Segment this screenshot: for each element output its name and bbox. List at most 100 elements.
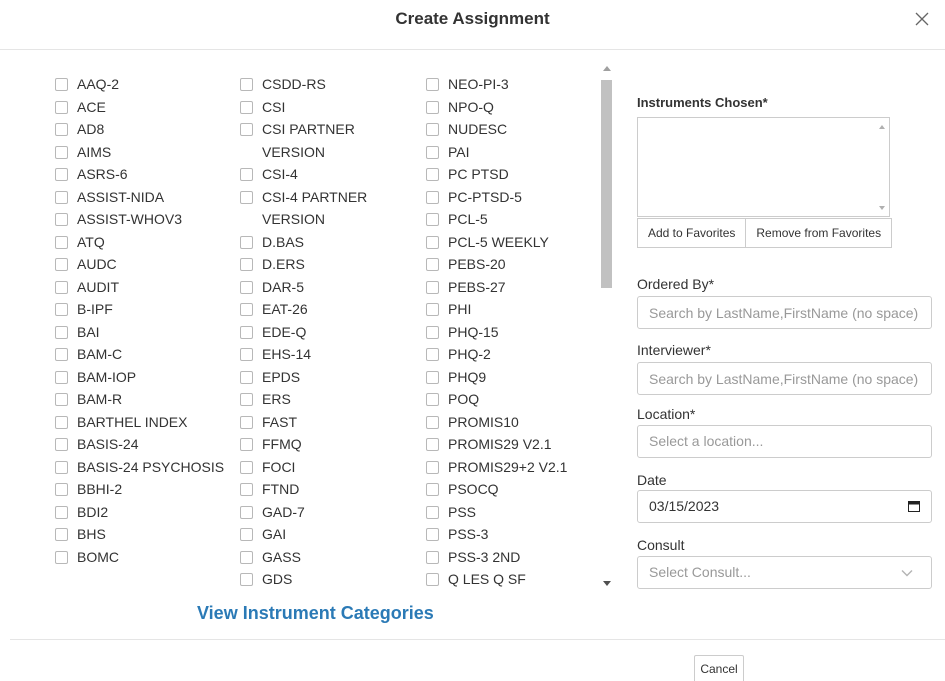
checkbox[interactable] [55,235,68,249]
checkbox[interactable] [240,348,253,361]
instrument-checkbox-item[interactable]: FOCI [240,456,415,479]
ordered-by-input[interactable] [637,296,932,329]
checkbox[interactable] [240,168,253,181]
checkbox[interactable] [240,78,253,91]
instrument-checkbox-item[interactable]: ACE [55,96,230,119]
checkbox[interactable] [426,573,439,586]
instrument-checkbox-item[interactable]: PSOCQ [426,478,601,501]
add-to-favorites-button[interactable]: Add to Favorites [637,218,747,248]
cancel-button[interactable]: Cancel [694,655,744,681]
instrument-checkbox-item[interactable]: ASSIST-NIDA [55,186,230,209]
checkbox[interactable] [426,100,439,114]
location-select[interactable]: Select a location... [637,425,932,458]
instrument-checkbox-item[interactable]: PHQ9 [426,366,601,389]
instrument-checkbox-item[interactable]: ASRS-6 [55,163,230,186]
checkbox[interactable] [55,393,68,406]
instrument-checkbox-item[interactable]: ATQ [55,231,230,254]
checkbox[interactable] [426,393,439,406]
checkbox[interactable] [240,235,253,249]
instrument-checkbox-item[interactable]: EDE-Q [240,321,415,344]
checkbox[interactable] [55,280,68,294]
calendar-icon[interactable] [908,501,920,512]
consult-select[interactable]: Select Consult... [637,556,932,589]
checkbox[interactable] [55,348,68,361]
instrument-checkbox-item[interactable]: B-IPF [55,298,230,321]
checkbox[interactable] [426,78,439,91]
checkbox[interactable] [240,100,253,114]
instrument-checkbox-item[interactable]: PSS-3 2ND [426,546,601,569]
instrument-checkbox-item[interactable]: BAI [55,321,230,344]
checkbox[interactable] [426,235,439,249]
instrument-checkbox-item[interactable]: D.BAS [240,231,415,254]
instrument-checkbox-item[interactable]: AIMS [55,141,230,164]
instrument-checkbox-item[interactable]: PROMIS29 V2.1 [426,433,601,456]
instrument-checkbox-item[interactable]: EAT-26 [240,298,415,321]
instrument-checkbox-item[interactable]: BAM-R [55,388,230,411]
checkbox[interactable] [426,438,439,451]
checkbox[interactable] [426,460,439,474]
checkbox[interactable] [426,505,439,519]
instrument-list[interactable]: AAQ-2 ACE AD8 AIMS ASRS-6 ASSIST-NIDA ASSIST-W… [52,62,615,592]
instrument-checkbox-item[interactable]: CSI [240,96,415,119]
checkbox[interactable] [426,325,439,339]
checkbox[interactable] [240,415,253,429]
instrument-checkbox-item[interactable]: PCL-5 [426,208,601,231]
instrument-checkbox-item[interactable]: BAM-IOP [55,366,230,389]
instrument-checkbox-item[interactable]: DAR-5 [240,276,415,299]
interviewer-input[interactable] [637,362,932,395]
listbox-scroll-up-icon[interactable] [879,125,885,129]
checkbox[interactable] [240,460,253,474]
checkbox[interactable] [55,370,68,384]
checkbox[interactable] [240,438,253,451]
instrument-checkbox-item[interactable]: PEBS-20 [426,253,601,276]
checkbox[interactable] [55,78,68,91]
checkbox[interactable] [55,483,68,496]
checkbox[interactable] [240,303,253,316]
instrument-checkbox-item[interactable]: ERS [240,388,415,411]
instrument-checkbox-item[interactable]: AD8 [55,118,230,141]
instrument-checkbox-item[interactable]: AUDC [55,253,230,276]
checkbox[interactable] [55,190,68,204]
checkbox[interactable] [426,370,439,384]
checkbox[interactable] [426,168,439,181]
checkbox[interactable] [240,123,253,136]
instrument-checkbox-item[interactable]: PSS [426,501,601,524]
instrument-checkbox-item[interactable]: CSI-4 [240,163,415,186]
checkbox[interactable] [426,348,439,361]
checkbox[interactable] [55,168,68,181]
checkbox[interactable] [55,213,68,226]
instrument-checkbox-item[interactable]: AAQ-2 [55,73,230,96]
instrument-checkbox-item[interactable]: PSS-3 [426,523,601,546]
instrument-checkbox-item[interactable]: NPO-Q [426,96,601,119]
checkbox[interactable] [240,370,253,384]
instrument-checkbox-item[interactable]: EPDS [240,366,415,389]
checkbox[interactable] [426,213,439,226]
instrument-checkbox-item[interactable]: PHQ-2 [426,343,601,366]
date-input[interactable]: 03/15/2023 [637,490,932,523]
listbox-scroll-down-icon[interactable] [879,206,885,210]
instrument-checkbox-item[interactable]: PROMIS29+2 V2.1 [426,456,601,479]
checkbox[interactable] [240,393,253,406]
remove-from-favorites-button[interactable]: Remove from Favorites [745,218,893,248]
instrument-checkbox-item[interactable]: BDI2 [55,501,230,524]
instrument-checkbox-item[interactable]: BAM-C [55,343,230,366]
checkbox[interactable] [426,303,439,316]
checkbox[interactable] [55,303,68,316]
instrument-checkbox-item[interactable]: PHQ-15 [426,321,601,344]
checkbox[interactable] [55,100,68,114]
instrument-checkbox-item[interactable]: AUDIT [55,276,230,299]
checkbox[interactable] [240,550,253,564]
checkbox[interactable] [240,483,253,496]
checkbox[interactable] [426,145,439,159]
instrument-checkbox-item[interactable]: CSI-4 PARTNER VERSION [240,186,415,231]
checkbox[interactable] [55,325,68,339]
checkbox[interactable] [55,505,68,519]
checkbox[interactable] [426,550,439,564]
checkbox[interactable] [240,258,253,271]
instrument-checkbox-item[interactable]: PROMIS10 [426,411,601,434]
instrument-checkbox-item[interactable]: PC PTSD [426,163,601,186]
close-icon[interactable] [911,8,933,30]
instrument-checkbox-item[interactable]: PC-PTSD-5 [426,186,601,209]
checkbox[interactable] [426,258,439,271]
checkbox[interactable] [426,123,439,136]
